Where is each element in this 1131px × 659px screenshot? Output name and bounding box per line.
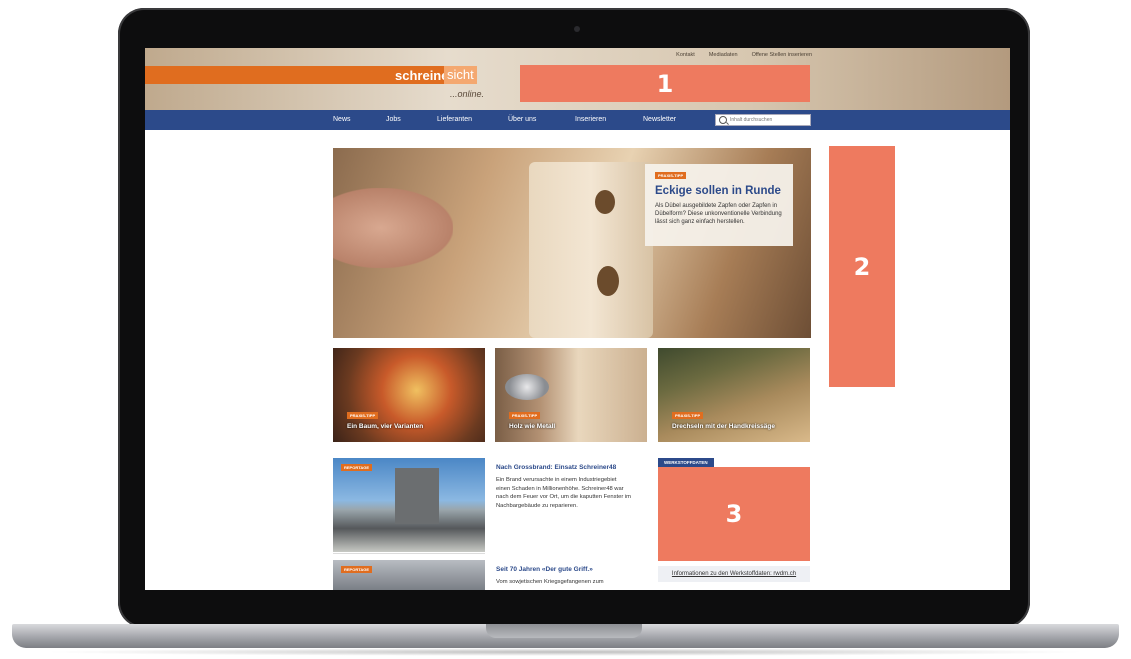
camera-dot bbox=[574, 26, 580, 32]
tile-badge: PRAXIS-TIPP bbox=[347, 412, 379, 419]
article-title[interactable]: Seit 70 Jahren «Der gute Griff.» bbox=[496, 566, 593, 573]
logo-suffix: ...online. bbox=[450, 89, 485, 99]
tile-image-bolt bbox=[505, 374, 549, 400]
hero-image-hole bbox=[597, 266, 619, 296]
article-image[interactable]: REPORTAGE bbox=[333, 560, 485, 590]
teaser-tile[interactable]: PRAXIS-TIPP Holz wie Metall bbox=[495, 348, 647, 442]
tile-title[interactable]: Drechseln mit der Handkreissäge bbox=[672, 423, 775, 430]
tile-title[interactable]: Holz wie Metall bbox=[509, 423, 555, 430]
search-input[interactable] bbox=[730, 117, 800, 123]
ad-footer-link[interactable]: Informationen zu den Werkstoffdaten: rwd… bbox=[658, 566, 810, 582]
laptop-notch bbox=[486, 624, 642, 638]
tile-badge: PRAXIS-TIPP bbox=[672, 412, 704, 419]
laptop-shadow bbox=[40, 648, 1090, 656]
nav-item-ueber-uns[interactable]: Über uns bbox=[508, 116, 536, 123]
article-image-building bbox=[395, 468, 439, 524]
article-badge: REPORTAGE bbox=[341, 566, 373, 573]
top-link-stellen[interactable]: Offene Stellen inserieren bbox=[752, 52, 812, 58]
nav-item-newsletter[interactable]: Newsletter bbox=[643, 116, 676, 123]
hero-title[interactable]: Eckige sollen in Runde bbox=[655, 185, 781, 197]
search-icon[interactable] bbox=[719, 116, 727, 124]
ad-tag: WERKSTOFFDATEN bbox=[658, 458, 714, 467]
nav-item-news[interactable]: News bbox=[333, 116, 351, 123]
main-nav: News Jobs Lieferanten Über uns Inseriere… bbox=[145, 110, 1010, 130]
top-link-mediadaten[interactable]: Mediadaten bbox=[709, 52, 738, 58]
article-image[interactable]: REPORTAGE bbox=[333, 458, 485, 552]
divider bbox=[333, 553, 485, 554]
article-text: Vom sowjetischen Kriegsgefangenen zum bbox=[496, 579, 604, 585]
nav-item-lieferanten[interactable]: Lieferanten bbox=[437, 116, 472, 123]
teaser-tile[interactable]: PRAXIS-TIPP Drechseln mit der Handkreiss… bbox=[658, 348, 810, 442]
hero-image-wood bbox=[529, 162, 653, 338]
search-box[interactable] bbox=[715, 114, 811, 126]
top-links: Kontakt Mediadaten Offene Stellen inseri… bbox=[676, 52, 812, 58]
callout-1: 1 bbox=[520, 65, 810, 102]
callout-3: 3 bbox=[658, 467, 810, 561]
hero-badge: PRAXIS-TIPP bbox=[655, 172, 687, 179]
nav-item-jobs[interactable]: Jobs bbox=[386, 116, 401, 123]
logo-accent[interactable]: sicht bbox=[444, 66, 477, 84]
nav-item-inserieren[interactable]: Inserieren bbox=[575, 116, 606, 123]
tile-badge: PRAXIS-TIPP bbox=[509, 412, 541, 419]
hero-image-hand bbox=[333, 188, 453, 268]
article-text: Ein Brand verursachte in einem Industrie… bbox=[496, 477, 631, 509]
tile-title[interactable]: Ein Baum, vier Varianten bbox=[347, 423, 423, 430]
hero-card[interactable]: PRAXIS-TIPP Eckige sollen in Runde Als D… bbox=[645, 164, 793, 246]
teaser-tile[interactable]: PRAXIS-TIPP Ein Baum, vier Varianten bbox=[333, 348, 485, 442]
hero-text: Als Dübel ausgebildete Zapfen oder Zapfe… bbox=[655, 203, 782, 225]
top-link-kontakt[interactable]: Kontakt bbox=[676, 52, 695, 58]
article-badge: REPORTAGE bbox=[341, 464, 373, 471]
hero-teaser[interactable]: PRAXIS-TIPP Eckige sollen in Runde Als D… bbox=[333, 148, 811, 338]
callout-2: 2 bbox=[829, 146, 895, 387]
hero-image-hole bbox=[595, 190, 615, 214]
article-title[interactable]: Nach Grossbrand: Einsatz Schreiner48 bbox=[496, 464, 616, 471]
